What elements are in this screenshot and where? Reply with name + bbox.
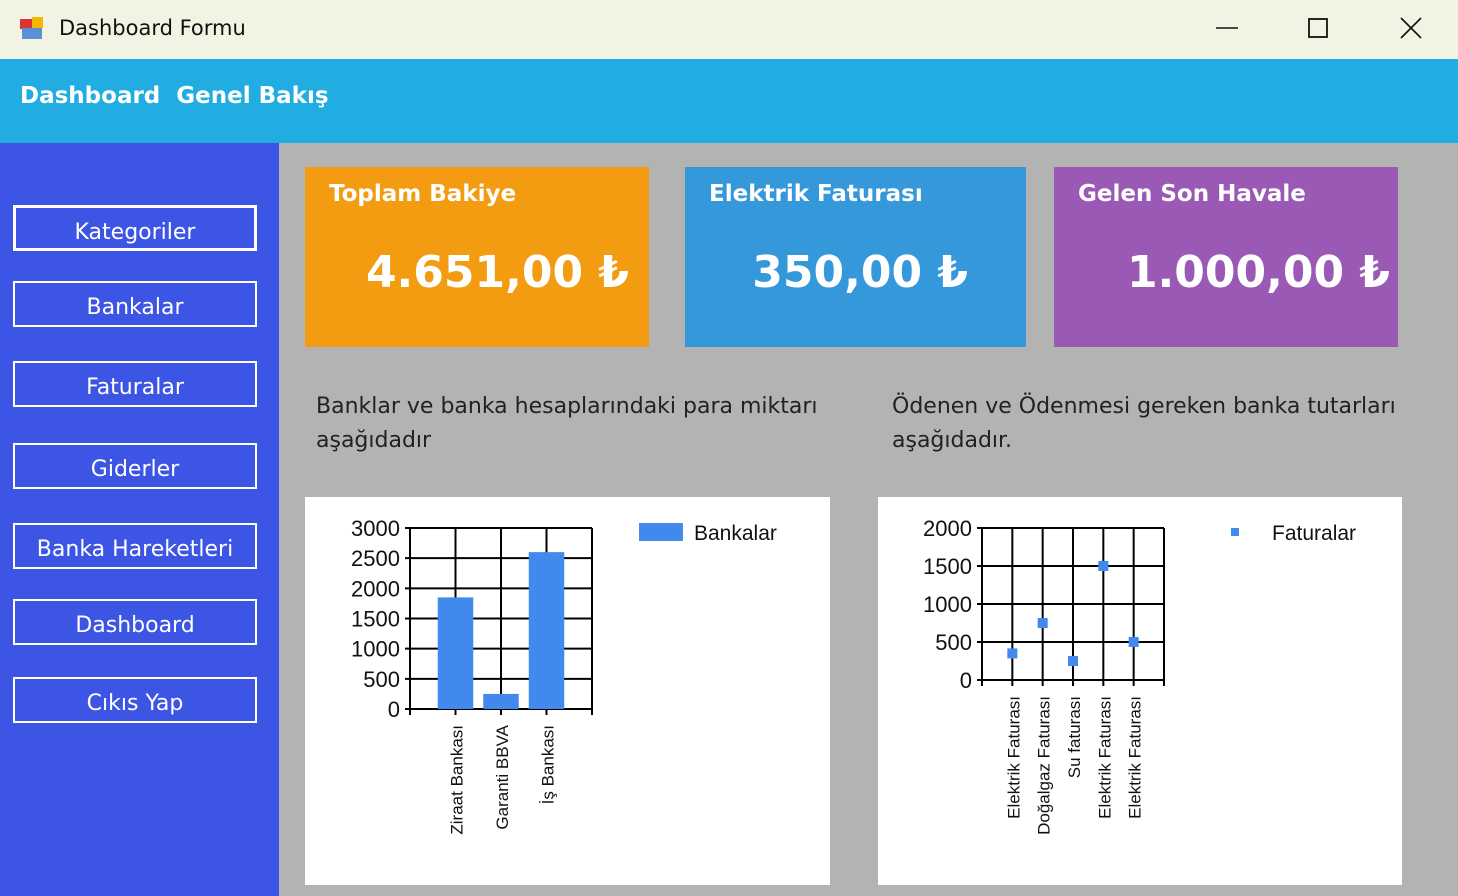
card-label: Toplam Bakiye — [329, 181, 517, 207]
card-value: 4.651,00 ₺ — [365, 247, 629, 298]
y-tick-label: 3000 — [351, 516, 400, 541]
y-tick-label: 500 — [363, 667, 400, 692]
x-tick-label: Su faturası — [1065, 696, 1084, 778]
scatter-point — [1007, 648, 1018, 659]
sidebar-item-giderler[interactable]: Giderler — [13, 443, 257, 489]
x-tick-label: Garanti BBVA — [493, 724, 512, 829]
card-label: Gelen Son Havale — [1078, 181, 1306, 207]
sidebar-item-banka-hareketleri[interactable]: Banka Hareketleri — [13, 523, 257, 569]
card-toplam-bakiye: Toplam Bakiye 4.651,00 ₺ — [305, 167, 649, 347]
sidebar-item-bankalar[interactable]: Bankalar — [13, 281, 257, 327]
y-tick-label: 1000 — [351, 637, 400, 662]
x-tick-label: Ziraat Bankası — [448, 725, 467, 835]
x-tick-label: Elektrik Faturası — [1095, 696, 1114, 819]
close-button[interactable] — [1388, 8, 1434, 48]
scatter-point — [1037, 618, 1048, 628]
y-tick-label: 2000 — [923, 516, 972, 541]
scatter-point — [1098, 561, 1109, 571]
app-icon — [20, 17, 43, 39]
scatter-point — [1068, 656, 1078, 666]
card-value: 350,00 ₺ — [752, 247, 968, 298]
minimize-button[interactable] — [1204, 8, 1250, 48]
maximize-button[interactable] — [1295, 8, 1341, 48]
bill-chart-panel: 0 500 1000 1500 2000 Elektrik Faturası Doğalga… — [878, 497, 1402, 885]
y-tick-label: 0 — [960, 668, 972, 693]
bill-scatter-chart: 0 500 1000 1500 2000 Elektrik Faturası Doğalga… — [923, 516, 1356, 835]
scatter-point — [1128, 637, 1139, 647]
card-elektrik-faturasi: Elektrik Faturası 350,00 ₺ — [685, 167, 1026, 347]
sidebar-item-faturalar[interactable]: Faturalar — [13, 361, 257, 407]
legend-marker — [1231, 528, 1239, 536]
y-tick-label: 2000 — [351, 576, 400, 601]
sidebar: Kategoriler Bankalar Faturalar Giderler … — [0, 143, 279, 896]
x-tick-label: Elektrik Faturası — [1004, 696, 1023, 819]
legend-label: Bankalar — [694, 522, 777, 545]
sidebar-item-kategoriler[interactable]: Kategoriler — [13, 205, 257, 251]
window-title: Dashboard Formu — [59, 16, 246, 40]
bank-chart-panel: 0 500 1000 1500 2000 2500 3000 Ziraat Bankası Ga… — [305, 497, 830, 885]
y-tick-label: 500 — [935, 630, 972, 655]
card-value: 1.000,00 ₺ — [1126, 247, 1390, 298]
card-gelen-son-havale: Gelen Son Havale 1.000,00 ₺ — [1054, 167, 1398, 347]
sidebar-item-dashboard[interactable]: Dashboard — [13, 599, 257, 645]
legend-label: Faturalar — [1272, 522, 1356, 545]
y-tick-label: 0 — [388, 697, 400, 722]
y-tick-label: 1500 — [923, 554, 972, 579]
bank-bar-chart: 0 500 1000 1500 2000 2500 3000 Ziraat Bankası Ga… — [351, 516, 777, 835]
bill-chart-description: Ödenen ve Ödenmesi gereken banka tutarla… — [892, 394, 1396, 453]
y-tick-label: 1500 — [351, 607, 400, 632]
bank-chart-description: Banklar ve banka hesaplarındaki para mik… — [316, 394, 818, 453]
x-tick-label: Elektrik Faturası — [1126, 696, 1145, 819]
y-tick-label: 2500 — [351, 546, 400, 571]
card-label: Elektrik Faturası — [709, 181, 923, 207]
sidebar-item-cikis-yap[interactable]: Cıkıs Yap — [13, 677, 257, 723]
bar — [437, 597, 474, 709]
x-tick-label: Doğalgaz Faturası — [1035, 696, 1054, 835]
header-bar: Dashboard Genel Bakış — [0, 59, 1458, 143]
bar — [528, 552, 565, 709]
bar — [483, 693, 519, 709]
y-tick-label: 1000 — [923, 592, 972, 617]
legend-swatch — [639, 523, 683, 541]
x-tick-label: İş Bankası — [539, 725, 558, 804]
page-title: Dashboard Genel Bakış — [20, 83, 329, 109]
title-bar: Dashboard Formu — [0, 0, 1458, 59]
